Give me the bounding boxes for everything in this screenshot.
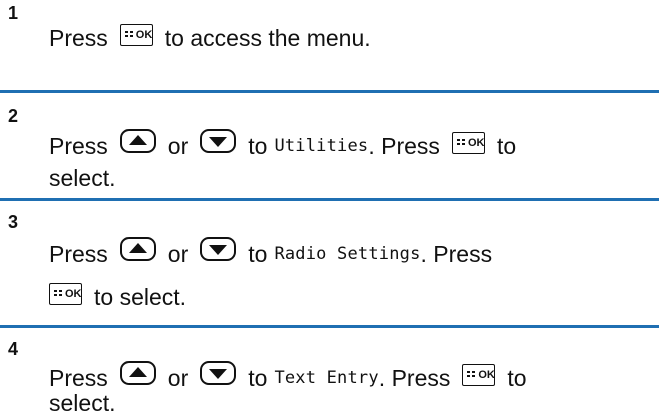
step-number: 3 <box>8 212 19 232</box>
instruction-text: Press <box>49 25 108 51</box>
step-instruction: Press or to Utilities . Press OK to <box>49 129 517 160</box>
instruction-text: select. <box>49 165 116 191</box>
step-instruction: Press or to Radio Settings . Press <box>49 237 493 268</box>
instruction-text: Press <box>49 241 108 267</box>
down-arrow-key-icon <box>200 129 237 153</box>
instruction-text: select. <box>49 390 116 416</box>
instruction-text: or <box>167 241 189 267</box>
instruction-text: . Press <box>368 133 440 159</box>
ok-key-label: OK <box>478 369 495 381</box>
up-arrow-key-icon <box>119 237 156 261</box>
step-instruction-cont: OK to select. <box>49 283 186 311</box>
up-arrow-key-icon <box>119 361 156 385</box>
menu-item-name: Text Entry <box>274 368 379 388</box>
instruction-text: or <box>167 133 189 159</box>
instruction-text: to <box>248 241 268 267</box>
step-divider <box>0 325 659 328</box>
step-divider <box>0 90 659 93</box>
step-instruction: Press or to Text Entry . Press OK to <box>49 361 527 392</box>
instruction-text: . Press <box>420 241 493 267</box>
instruction-text: to <box>496 133 517 159</box>
menu-item-name: Radio Settings <box>274 244 421 264</box>
down-arrow-key-icon <box>200 361 237 385</box>
step-instruction: Press OK to access the menu. <box>49 24 371 52</box>
menu-ok-key-icon: OK <box>49 283 82 305</box>
step-number: 4 <box>8 339 19 359</box>
instruction-text: or <box>167 365 189 391</box>
instruction-text: to <box>248 365 268 391</box>
step-instruction-cont: select. <box>49 389 115 417</box>
step-divider <box>0 198 659 201</box>
ok-key-label: OK <box>467 137 485 149</box>
instruction-text: . Press <box>378 365 451 391</box>
ok-key-label: OK <box>65 288 82 300</box>
menu-ok-key-icon: OK <box>462 364 496 386</box>
menu-item-name: Utilities <box>274 136 369 156</box>
ok-key-label: OK <box>135 29 153 41</box>
down-arrow-key-icon <box>200 237 237 261</box>
up-arrow-key-icon <box>119 129 156 153</box>
instruction-text: Press <box>49 365 108 391</box>
instruction-text: to select. <box>94 284 187 310</box>
instruction-text: to <box>248 133 268 159</box>
instruction-text: to access the menu. <box>164 25 371 51</box>
step-number: 1 <box>8 3 19 23</box>
step-number: 2 <box>8 106 19 126</box>
menu-ok-key-icon: OK <box>119 24 153 46</box>
instruction-text: to <box>507 365 527 391</box>
step-instruction-cont: select. <box>49 164 115 192</box>
instruction-text: Press <box>49 133 108 159</box>
menu-ok-key-icon: OK <box>451 132 485 154</box>
